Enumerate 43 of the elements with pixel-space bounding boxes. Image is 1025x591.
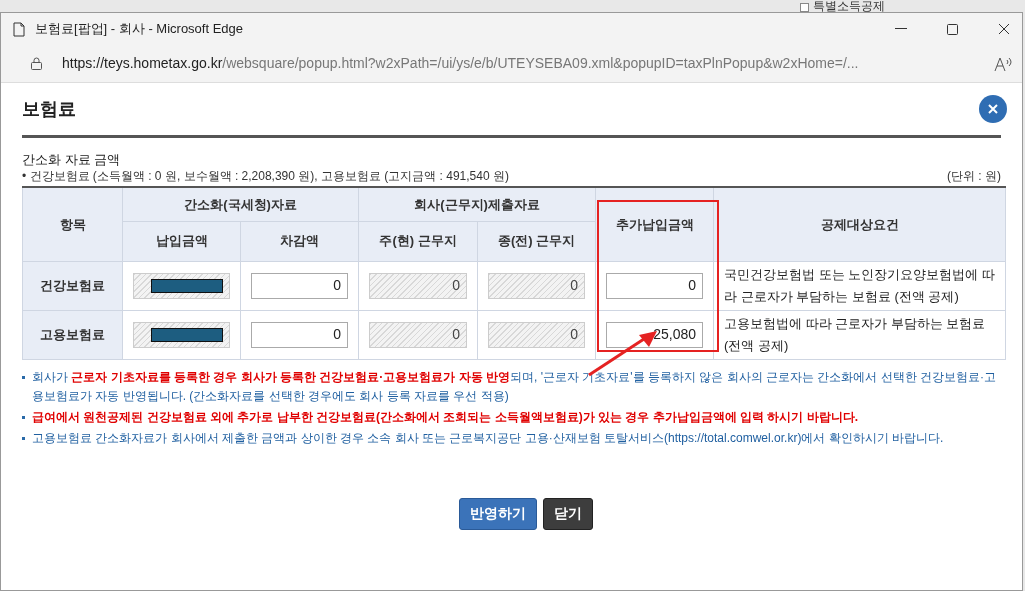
summary-text: • 건강보험료 (소득월액 : 0 원, 보수월액 : 2,208,390 원), 고용보험료 (고지금액 : 491,540 원) xyxy=(22,168,509,184)
dialog-title: 보험료 xyxy=(22,97,76,121)
unit-label: (단위 : 원) xyxy=(947,168,1001,184)
column-header: 주(현) 근무지 xyxy=(358,221,478,261)
window-title: 보험료[팝업] - 회사 - Microsoft Edge xyxy=(35,20,244,39)
read-aloud-icon[interactable] xyxy=(994,55,1012,72)
close-button[interactable]: 닫기 xyxy=(542,497,593,530)
minimize-icon[interactable] xyxy=(895,28,907,30)
row-header: 고용보험료 xyxy=(22,310,123,359)
amount-input[interactable]: 0 xyxy=(251,272,348,299)
amount-input[interactable]: 25,080 xyxy=(606,321,704,348)
section-title: 간소화 자료 금액 xyxy=(22,152,122,168)
column-header: 추가납입금액 xyxy=(595,187,714,261)
readonly-field: 0 xyxy=(369,321,467,348)
bullet-icon xyxy=(22,436,25,440)
requirement-text: 국민건강보험법 또는 노인장기요양보험법에 따라 근로자가 부담하는 보험료 (전액 공제) xyxy=(724,265,996,306)
row-header: 건강보험료 xyxy=(22,261,123,310)
bullet-icon xyxy=(22,375,25,379)
column-header: 회사(근무지)제출자료 xyxy=(358,187,596,221)
bullet-icon xyxy=(22,415,25,419)
note-text: 회사가 근로자 기초자료를 등록한 경우 회사가 등록한 건강보험료·고용보험료가 자동 반영되며, '근로자 기초자료'를 등록하지 않은 회사의 근로자는 간소화에서 선택한 건강보험료·고용보험료가 자동 반영됩니다. (간소화자료를 선택한 경우에도 회사 등록 자료를 우선 적용) xyxy=(32,368,997,405)
amount-input[interactable]: 0 xyxy=(606,272,704,299)
apply-button[interactable]: 반영하기 xyxy=(458,497,537,530)
amount-input[interactable]: 0 xyxy=(251,321,348,348)
column-header: 공제대상요건 xyxy=(713,187,1006,261)
close-icon[interactable] xyxy=(998,23,1010,35)
column-header: 종(전) 근무지 xyxy=(477,221,596,261)
note-text: 고용보험료 간소화자료가 회사에서 제출한 금액과 상이한 경우 소속 회사 또는 근로복지공단 고용·산재보험 토탈서비스(https://total.comwel.or.kr)에서 확인하시기 바랍니다. xyxy=(32,429,944,447)
readonly-field: 0 xyxy=(369,272,467,299)
column-header: 항목 xyxy=(22,187,123,261)
maximize-icon[interactable] xyxy=(947,23,958,35)
section-label: 특별소득공제 xyxy=(813,0,885,12)
readonly-field: 0 xyxy=(488,272,586,299)
column-header: 차감액 xyxy=(240,221,359,261)
requirement-text: 고용보험법에 따라 근로자가 부담하는 보험료 (전액 공제) xyxy=(724,314,987,355)
lock-icon[interactable] xyxy=(31,57,42,70)
close-icon[interactable] xyxy=(979,95,1007,123)
column-header: 간소화(국세청)자료 xyxy=(122,187,359,221)
readonly-field: 0 xyxy=(488,321,586,348)
note-text: 급여에서 원천공제된 건강보험료 외에 추가로 납부한 건강보험료(간소화에서 조회되는 소득월액보험료)가 있는 경우 추가납입금액에 입력 하시기 바랍니다. xyxy=(32,408,858,426)
collapse-icon[interactable] xyxy=(800,3,809,12)
column-header: 납입금액 xyxy=(122,221,241,261)
page-icon xyxy=(13,21,25,37)
